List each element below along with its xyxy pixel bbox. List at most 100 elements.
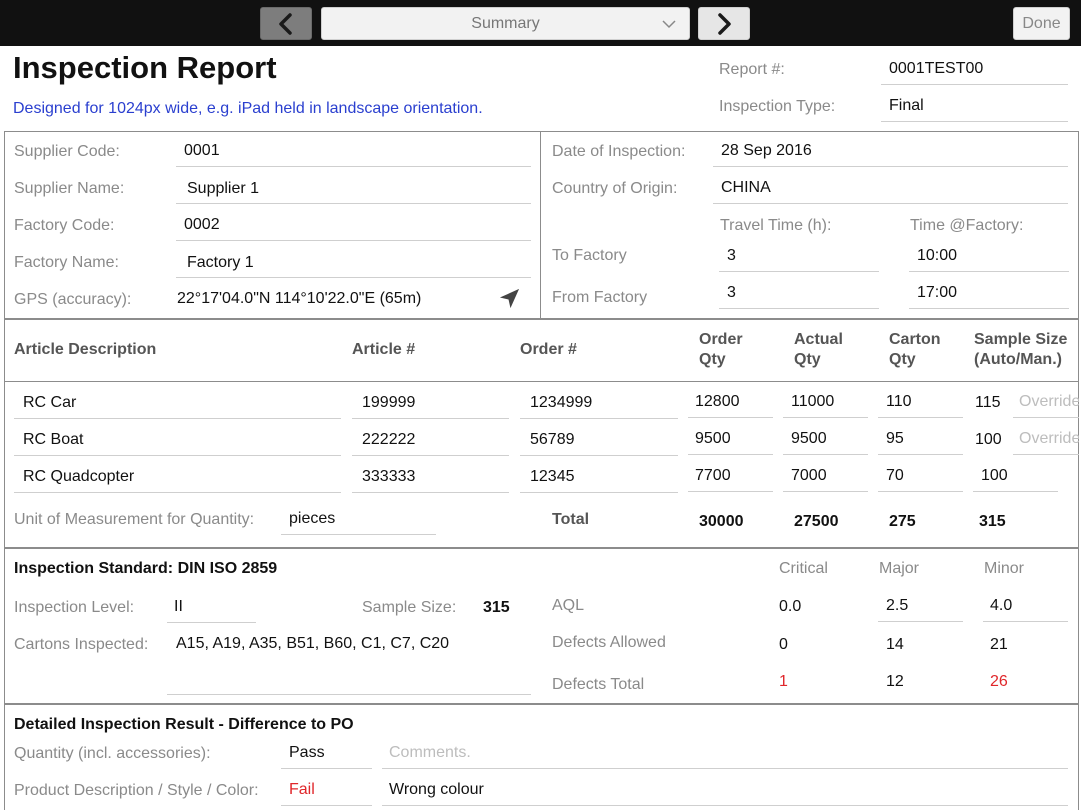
country-of-origin-field[interactable]: CHINA xyxy=(721,179,771,197)
cartons-inspected-field[interactable]: A15, A19, A35, B51, B60, C1, C7, C20 xyxy=(176,635,449,653)
factory-name-field[interactable]: Factory 1 xyxy=(187,254,254,272)
chevron-left-icon xyxy=(279,12,292,35)
section-select[interactable]: Summary xyxy=(321,7,690,40)
total-sample-size: 315 xyxy=(979,513,1006,530)
row2-override-field[interactable]: Override xyxy=(1019,430,1079,448)
inspection-type-label: Inspection Type: xyxy=(719,98,836,115)
next-button[interactable] xyxy=(698,7,750,40)
aql-label: AQL xyxy=(552,597,585,614)
aql-minor-field[interactable]: 4.0 xyxy=(990,597,1012,615)
factory-code-label: Factory Code: xyxy=(14,217,115,234)
uom-label: Unit of Measurement for Quantity: xyxy=(14,511,255,528)
row3-carton-qty-field[interactable]: 70 xyxy=(886,467,904,485)
sample-size-value: 315 xyxy=(483,599,510,616)
inspection-level-label: Inspection Level: xyxy=(14,599,135,616)
major-header: Major xyxy=(879,560,920,577)
supplier-code-field[interactable]: 0001 xyxy=(184,142,220,160)
row3-order-no-field[interactable]: 12345 xyxy=(530,468,575,486)
to-factory-label: To Factory xyxy=(552,247,627,264)
defects-allowed-label: Defects Allowed xyxy=(552,634,666,651)
row2-order-qty-field[interactable]: 9500 xyxy=(695,430,731,448)
product-result-field[interactable]: Fail xyxy=(289,781,315,799)
previous-button[interactable] xyxy=(260,7,312,40)
from-factory-time-field[interactable]: 17:00 xyxy=(917,284,957,302)
to-factory-time-field[interactable]: 10:00 xyxy=(917,247,957,265)
defects-allowed-major: 14 xyxy=(886,636,904,653)
row1-article-no-field[interactable]: 199999 xyxy=(362,394,415,412)
done-button-label: Done xyxy=(1022,14,1061,32)
defects-allowed-minor: 21 xyxy=(990,636,1008,653)
row2-description-field[interactable]: RC Boat xyxy=(23,431,83,449)
defects-total-critical: 1 xyxy=(779,673,788,690)
sample-size-label: Sample Size: xyxy=(362,599,457,616)
defects-allowed-critical: 0 xyxy=(779,636,788,653)
defects-total-major: 12 xyxy=(886,673,904,690)
row1-sample-size: 115 xyxy=(975,394,1001,411)
row1-carton-qty-field[interactable]: 110 xyxy=(886,393,912,411)
aql-major-field[interactable]: 2.5 xyxy=(886,597,908,615)
product-description-label: Product Description / Style / Color: xyxy=(14,782,259,799)
row1-actual-qty-field[interactable]: 11000 xyxy=(791,393,834,411)
cartons-inspected-label: Cartons Inspected: xyxy=(14,636,149,653)
col-header-order-qty: Order Qty xyxy=(699,331,743,368)
col-header-carton-qty: Carton Qty xyxy=(889,331,941,368)
total-actual-qty: 27500 xyxy=(794,513,839,530)
inspection-standard-title: Inspection Standard: DIN ISO 2859 xyxy=(14,560,278,577)
row2-carton-qty-field[interactable]: 95 xyxy=(886,430,904,448)
top-navigation-bar: Summary Done xyxy=(0,0,1081,46)
page-subtitle: Designed for 1024px wide, e.g. iPad held… xyxy=(13,100,483,117)
supplier-name-label: Supplier Name: xyxy=(14,180,125,197)
total-carton-qty: 275 xyxy=(889,513,916,530)
date-of-inspection-field[interactable]: 28 Sep 2016 xyxy=(721,142,812,160)
supplier-code-label: Supplier Code: xyxy=(14,143,120,160)
row2-sample-size: 100 xyxy=(975,431,1002,448)
critical-header: Critical xyxy=(779,560,828,577)
report-number-field[interactable]: 0001TEST00 xyxy=(889,60,983,78)
row3-description-field[interactable]: RC Quadcopter xyxy=(23,468,134,486)
col-header-actual-qty: Actual Qty xyxy=(794,331,843,368)
factory-name-label: Factory Name: xyxy=(14,254,119,271)
chevron-down-icon xyxy=(662,20,676,29)
col-header-order-no: Order # xyxy=(520,341,577,358)
defects-total-minor: 26 xyxy=(990,673,1008,690)
col-header-description: Article Description xyxy=(14,341,157,358)
quantity-label: Quantity (incl. accessories): xyxy=(14,745,211,762)
row3-sample-size-field[interactable]: 100 xyxy=(981,467,1008,485)
section-select-value: Summary xyxy=(471,14,540,32)
defects-total-label: Defects Total xyxy=(552,676,645,693)
uom-field[interactable]: pieces xyxy=(289,510,335,528)
detailed-result-title: Detailed Inspection Result - Difference … xyxy=(14,716,354,733)
inspection-level-field[interactable]: II xyxy=(174,598,183,616)
row1-order-qty-field[interactable]: 12800 xyxy=(695,393,740,411)
row1-order-no-field[interactable]: 1234999 xyxy=(530,394,592,412)
row3-article-no-field[interactable]: 333333 xyxy=(362,468,415,486)
inspection-type-field[interactable]: Final xyxy=(889,97,924,115)
quantity-result-field[interactable]: Pass xyxy=(289,744,325,762)
product-comment-field[interactable]: Wrong colour xyxy=(389,781,484,799)
col-header-article-no: Article # xyxy=(352,341,416,358)
row2-article-no-field[interactable]: 222222 xyxy=(362,431,415,449)
gps-value: 22°17'04.0"N 114°10'22.0"E (65m) xyxy=(177,290,422,307)
location-arrow-icon[interactable] xyxy=(498,287,521,315)
page-title: Inspection Report xyxy=(13,50,277,85)
row1-description-field[interactable]: RC Car xyxy=(23,394,76,412)
from-factory-label: From Factory xyxy=(552,289,648,306)
row2-actual-qty-field[interactable]: 9500 xyxy=(791,430,827,448)
supplier-name-field[interactable]: Supplier 1 xyxy=(187,180,259,198)
travel-time-label: Travel Time (h): xyxy=(720,217,832,234)
report-number-label: Report #: xyxy=(719,61,785,78)
quantity-comment-field[interactable]: Comments. xyxy=(389,744,471,762)
done-button[interactable]: Done xyxy=(1013,7,1070,40)
factory-code-field[interactable]: 0002 xyxy=(184,216,220,234)
gps-label: GPS (accuracy): xyxy=(14,291,132,308)
row2-order-no-field[interactable]: 56789 xyxy=(530,431,575,449)
total-label: Total xyxy=(552,511,590,528)
minor-header: Minor xyxy=(984,560,1025,577)
from-factory-travel-field[interactable]: 3 xyxy=(727,284,736,302)
row1-override-field[interactable]: Override xyxy=(1019,393,1079,411)
row3-order-qty-field[interactable]: 7700 xyxy=(695,467,731,485)
row3-actual-qty-field[interactable]: 7000 xyxy=(791,467,827,485)
to-factory-travel-field[interactable]: 3 xyxy=(727,247,736,265)
aql-critical: 0.0 xyxy=(779,598,802,615)
col-header-sample-size: Sample Size (Auto/Man.) xyxy=(974,331,1068,368)
